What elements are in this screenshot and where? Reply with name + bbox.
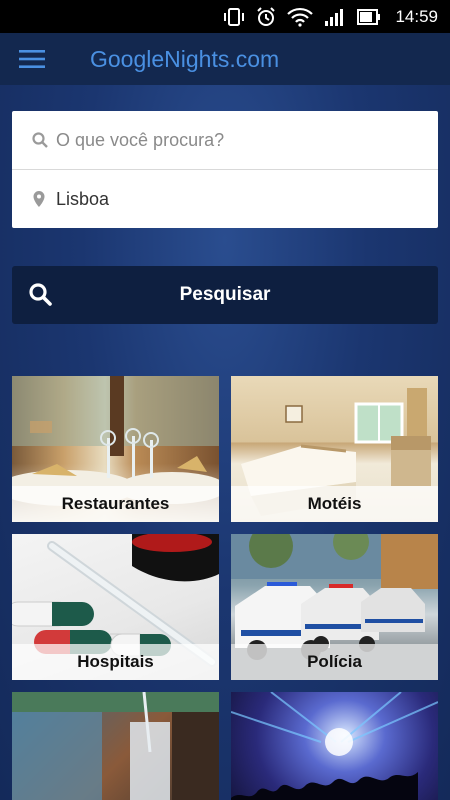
menu-button[interactable] bbox=[0, 33, 64, 85]
location-row bbox=[12, 169, 438, 228]
category-label: Restaurantes bbox=[12, 486, 219, 522]
category-tile-policia[interactable]: Polícia bbox=[231, 534, 438, 680]
search-icon bbox=[28, 282, 52, 311]
wifi-icon bbox=[287, 7, 314, 27]
category-tile-show[interactable] bbox=[231, 692, 438, 800]
concert-image bbox=[231, 692, 438, 800]
signal-icon bbox=[323, 7, 347, 27]
search-button-label: Pesquisar bbox=[179, 284, 271, 305]
search-query-input[interactable] bbox=[56, 129, 416, 151]
category-tile-hospitais[interactable]: Hospitais bbox=[12, 534, 219, 680]
category-tile-moteis[interactable]: Motéis bbox=[231, 376, 438, 522]
category-label: Motéis bbox=[231, 486, 438, 522]
status-bar: 14:59 bbox=[0, 0, 450, 33]
alarm-icon bbox=[255, 6, 277, 28]
search-icon bbox=[32, 132, 56, 148]
location-input[interactable] bbox=[56, 188, 416, 210]
category-label: Polícia bbox=[231, 644, 438, 680]
app-title: GoogleNights.com bbox=[90, 45, 280, 72]
location-pin-icon bbox=[32, 190, 56, 208]
status-time: 14:59 bbox=[395, 6, 438, 26]
category-tile-restaurantes[interactable]: Restaurantes bbox=[12, 376, 219, 522]
search-button[interactable]: Pesquisar bbox=[12, 266, 438, 324]
bar-image bbox=[12, 692, 219, 800]
search-card bbox=[12, 111, 438, 228]
vibrate-icon bbox=[223, 7, 245, 27]
app-bar: GoogleNights.com bbox=[0, 33, 450, 85]
battery-icon bbox=[357, 8, 381, 26]
category-grid: Restaurantes Motéis Hospitais Polícia bbox=[12, 376, 438, 800]
category-tile-bar[interactable] bbox=[12, 692, 219, 800]
category-label: Hospitais bbox=[12, 644, 219, 680]
query-row bbox=[12, 111, 438, 169]
hamburger-menu-icon bbox=[19, 50, 45, 68]
